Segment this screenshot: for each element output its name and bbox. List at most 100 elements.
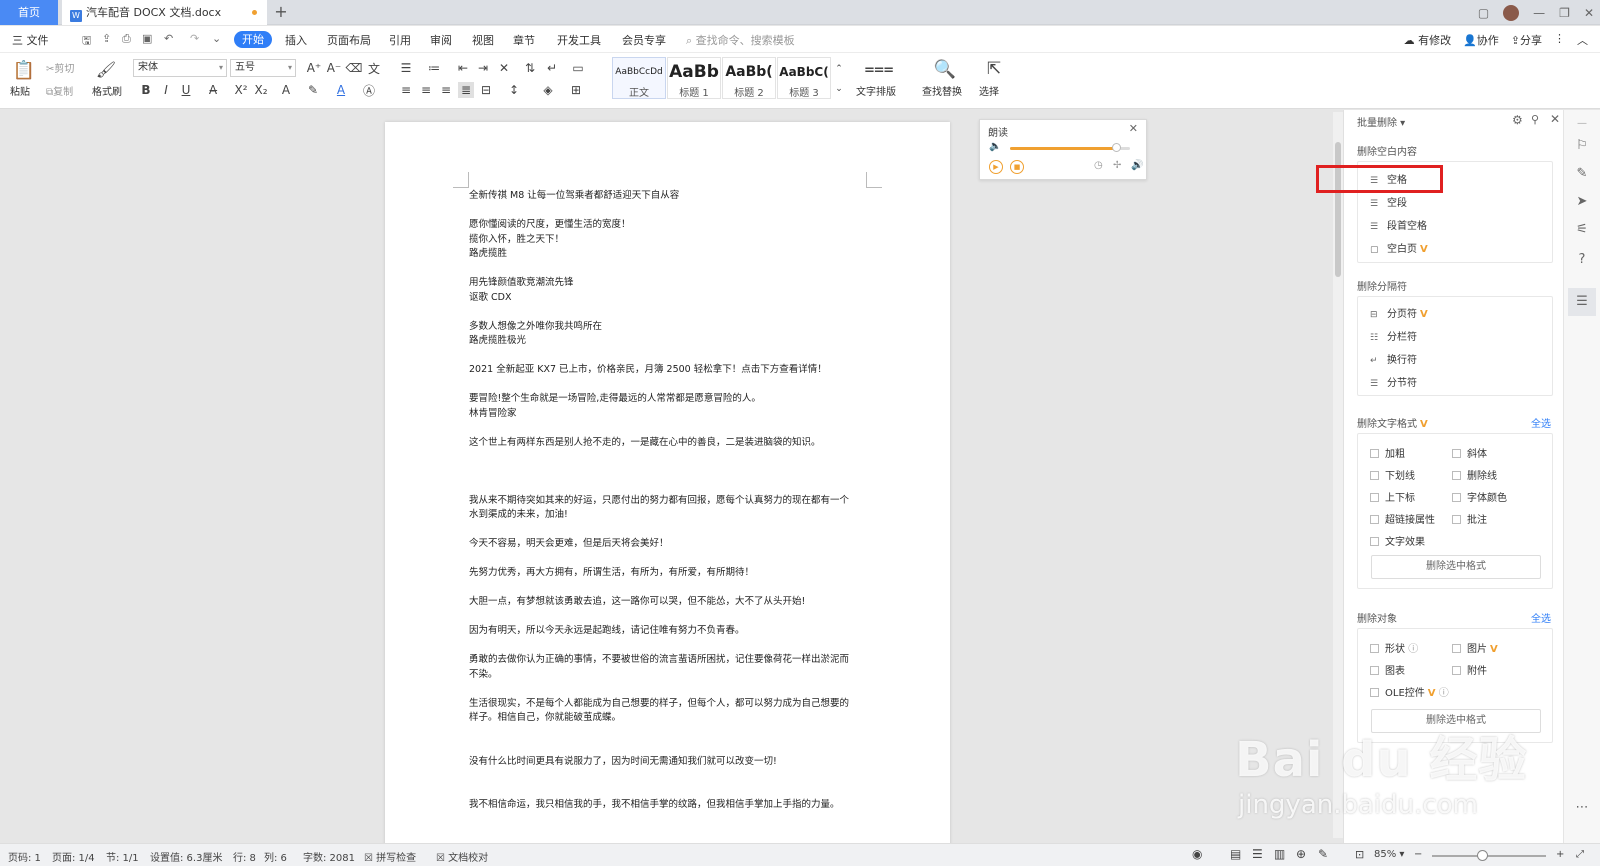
menu-insert[interactable]: 插入 bbox=[285, 32, 307, 48]
font-size-select[interactable]: 五号 ▾ bbox=[230, 59, 296, 77]
styles-expand-icon[interactable]: ⌄ bbox=[831, 81, 847, 97]
strikethrough-icon[interactable]: A̶ bbox=[205, 82, 221, 98]
document-line[interactable]: 2021 全新起亚 KX7 已上市，价格亲民，月簿 2500 轻松拿下！点击下方… bbox=[469, 363, 869, 378]
document-line[interactable]: 今天不容易，明天会更难，但是后天将会美好！ bbox=[469, 537, 869, 552]
checkbox-text-effect[interactable]: 文字效果 bbox=[1370, 533, 1425, 548]
checkbox-bold[interactable]: 加粗 bbox=[1370, 445, 1405, 460]
document-line[interactable] bbox=[469, 305, 869, 320]
document-line[interactable] bbox=[469, 262, 869, 277]
play-icon[interactable]: ▶ bbox=[989, 160, 1003, 174]
decrease-indent-icon[interactable]: ⇤ bbox=[455, 60, 471, 76]
select-button[interactable]: 选择 bbox=[979, 83, 999, 98]
read-view-icon[interactable]: ▥ bbox=[1274, 847, 1285, 861]
checkbox-strikethrough[interactable]: 删除线 bbox=[1452, 467, 1497, 482]
document-line[interactable]: 路虎揽胜极光 bbox=[469, 334, 869, 349]
menu-view[interactable]: 视图 bbox=[472, 32, 494, 48]
pen-icon[interactable]: ✎ bbox=[1574, 166, 1590, 182]
delete-selected-format-button[interactable]: 删除选中格式 bbox=[1371, 555, 1541, 579]
sliders-icon[interactable]: ⚟ bbox=[1574, 222, 1590, 238]
checkbox-shape[interactable]: 形状 ⓘ bbox=[1370, 640, 1418, 655]
shading-icon[interactable]: ◈ bbox=[540, 82, 556, 98]
increase-indent-icon[interactable]: ⇥ bbox=[475, 60, 491, 76]
checkbox-underline[interactable]: 下划线 bbox=[1370, 467, 1415, 482]
preview-icon[interactable]: ▣ bbox=[142, 32, 152, 45]
document-line[interactable]: 要冒险!整个生命就是一场冒险,走得最远的人常常都是愿意冒险的人。 bbox=[469, 392, 869, 407]
gear-icon[interactable]: ⚙ bbox=[1512, 113, 1523, 127]
paste-button[interactable]: 粘贴 bbox=[10, 83, 30, 98]
document-line[interactable] bbox=[469, 421, 869, 436]
scrollbar-thumb[interactable] bbox=[1335, 142, 1341, 277]
more-icon[interactable]: ⋮ bbox=[1554, 32, 1565, 48]
save-icon[interactable]: 🖫 bbox=[82, 32, 91, 51]
document-line[interactable] bbox=[469, 639, 869, 654]
document-line[interactable]: 这个世上有两样东西是别人抢不走的，一是藏在心中的善良，二是装进脑袋的知识。 bbox=[469, 436, 869, 451]
more-dots-icon[interactable]: ⋯ bbox=[1574, 800, 1590, 816]
document-line[interactable] bbox=[469, 682, 869, 697]
document-line[interactable] bbox=[469, 523, 869, 538]
menu-page-layout[interactable]: 页面布局 bbox=[327, 32, 371, 48]
web-view-icon[interactable]: ⊕ bbox=[1296, 847, 1306, 861]
fit-page-icon[interactable]: ⊡ bbox=[1355, 848, 1364, 861]
style-heading-2[interactable]: AaBb( 标题 2 bbox=[722, 57, 776, 99]
select-cursor-icon[interactable]: ⇱ bbox=[983, 58, 1005, 80]
restore-icon[interactable]: ❐ bbox=[1559, 6, 1570, 20]
redo-icon[interactable]: ↷ bbox=[190, 32, 199, 45]
format-painter-icon[interactable]: 🖌 bbox=[96, 59, 116, 79]
document-line[interactable] bbox=[469, 784, 869, 799]
document-line[interactable]: 大胆一点，有梦想就该勇敢去追，这一路你可以哭，但不能怂，大不了从头开始! bbox=[469, 595, 869, 610]
justify-icon[interactable]: ≣ bbox=[458, 82, 474, 98]
volume-slider[interactable] bbox=[1010, 143, 1130, 152]
text-layout-icon[interactable]: ⩶ bbox=[864, 58, 893, 80]
item-section-break[interactable]: ☰ 分节符 bbox=[1370, 374, 1417, 389]
document-line[interactable]: 水到渠成的未来，加油! bbox=[469, 508, 869, 523]
checkbox-super-subscript[interactable]: 上下标 bbox=[1370, 489, 1415, 504]
document-line[interactable] bbox=[469, 349, 869, 364]
modified-button[interactable]: ☁ 有修改 bbox=[1404, 32, 1452, 48]
document-line[interactable]: 揽你入怀，胜之天下！ bbox=[469, 233, 869, 248]
phonetic-icon[interactable]: 文 bbox=[366, 60, 382, 76]
format-painter-button[interactable]: 格式刷 bbox=[92, 83, 122, 98]
item-line-break[interactable]: ↵ 换行符 bbox=[1370, 351, 1417, 366]
document-line[interactable]: 林肯冒险家 bbox=[469, 407, 869, 422]
document-line[interactable] bbox=[469, 610, 869, 625]
tab-document[interactable]: W 汽车配音 DOCX 文档.docx bbox=[62, 0, 267, 25]
zoom-level[interactable]: 85% ▾ bbox=[1374, 849, 1404, 860]
clear-format-icon[interactable]: ⌫ bbox=[346, 60, 363, 76]
menu-start[interactable]: 开始 bbox=[234, 31, 272, 48]
checkbox-chart[interactable]: 图表 bbox=[1370, 662, 1405, 677]
document-line[interactable] bbox=[469, 378, 869, 393]
text-effect-icon[interactable]: A bbox=[278, 82, 294, 98]
document-line[interactable]: 愿你懂阅读的尺度，更懂生活的宽度！ bbox=[469, 218, 869, 233]
cut-button[interactable]: ✂剪切 bbox=[46, 60, 74, 75]
settings-icon[interactable]: ✢ bbox=[1113, 160, 1121, 171]
font-select[interactable]: 宋体 ▾ bbox=[133, 59, 227, 77]
eye-icon[interactable]: ◉ bbox=[1192, 847, 1202, 861]
checkbox-italic[interactable]: 斜体 bbox=[1452, 445, 1487, 460]
italic-icon[interactable]: I bbox=[158, 82, 174, 98]
document-line[interactable] bbox=[469, 479, 869, 494]
align-left-icon[interactable]: ≡ bbox=[398, 82, 414, 98]
checkbox-ole[interactable]: OLE控件 V ⓘ bbox=[1370, 684, 1449, 699]
select-all-object-link[interactable]: 全选 bbox=[1531, 610, 1551, 625]
avatar[interactable] bbox=[1503, 4, 1520, 21]
document-line[interactable]: 我从来不期待突如其来的好运，只愿付出的努力都有回报，愿每个认真努力的现在都有一个 bbox=[469, 494, 869, 509]
document-line[interactable]: 不染。 bbox=[469, 668, 869, 683]
distribute-icon[interactable]: ⊟ bbox=[478, 82, 494, 98]
minimize-icon[interactable]: — bbox=[1533, 6, 1545, 20]
find-replace-icon[interactable]: 🔍 bbox=[934, 58, 956, 80]
fullscreen-icon[interactable]: ⤢ bbox=[1576, 849, 1584, 860]
document-line[interactable] bbox=[469, 552, 869, 567]
stop-icon[interactable]: ■ bbox=[1010, 160, 1024, 174]
share-button[interactable]: ⇪分享 bbox=[1511, 32, 1542, 48]
help-icon[interactable]: ? bbox=[1574, 252, 1590, 268]
print-icon[interactable]: ⎙ bbox=[122, 32, 131, 46]
item-blank-page[interactable]: ▢ 空白页 V bbox=[1370, 240, 1428, 255]
checkbox-hyperlink[interactable]: 超链接属性 bbox=[1370, 511, 1435, 526]
checkbox-font-color[interactable]: 字体颜色 bbox=[1452, 489, 1507, 504]
superscript-icon[interactable]: X² bbox=[233, 82, 249, 98]
align-right-icon[interactable]: ≡ bbox=[438, 82, 454, 98]
select-all-format-link[interactable]: 全选 bbox=[1531, 415, 1551, 430]
style-icon[interactable]: ⚐ bbox=[1574, 138, 1590, 154]
voice-icon[interactable]: 🔊 bbox=[1131, 160, 1143, 171]
collapse-ribbon-icon[interactable]: ︿ bbox=[1577, 32, 1588, 48]
